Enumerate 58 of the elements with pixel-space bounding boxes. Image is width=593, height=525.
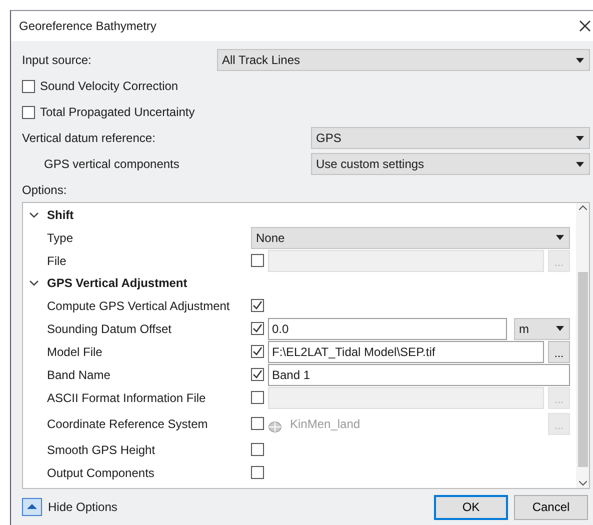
caret-icon (576, 136, 584, 140)
property-label: Type (47, 230, 74, 244)
input-field[interactable]: 0.0 (268, 318, 507, 340)
checkbox[interactable] (251, 391, 264, 404)
checkbox[interactable] (251, 443, 264, 456)
input-field[interactable]: F:\EL2LAT_Tidal Model\SEP.tif (268, 340, 544, 362)
caret-icon (556, 326, 564, 331)
checkbox[interactable] (22, 80, 35, 92)
input-field[interactable] (268, 250, 544, 272)
globe-icon (268, 420, 282, 432)
scrollbar[interactable] (576, 203, 589, 488)
checkbox-label: Sound Velocity Correction (40, 78, 178, 95)
group-title: GPS Vertical Adjustment (47, 275, 188, 292)
close-icon[interactable] (579, 20, 591, 32)
checkbox[interactable] (251, 254, 264, 267)
property-label: Coordinate Reference System (47, 416, 208, 430)
checkbox[interactable] (251, 345, 264, 358)
collapse-icon[interactable] (22, 498, 42, 516)
browse-button[interactable]: ... (548, 340, 570, 362)
unit-dropdown[interactable]: m (514, 318, 570, 340)
crs-name: KinMen_land (290, 416, 362, 432)
vertical-datum-dropdown[interactable]: GPS (311, 127, 590, 149)
property-label: Output Components (47, 466, 154, 480)
input-source-dropdown[interactable]: All Track Lines (217, 49, 590, 71)
caret-icon (576, 58, 584, 62)
hide-options-link[interactable]: Hide Options (48, 498, 118, 516)
caret-icon (556, 235, 564, 240)
checkbox[interactable] (251, 466, 264, 479)
scroll-down-icon[interactable] (578, 481, 586, 486)
checkbox[interactable] (251, 368, 264, 381)
property-label: Band Name (47, 368, 110, 382)
checkbox[interactable] (22, 106, 35, 118)
dialog-button[interactable]: Cancel (514, 494, 588, 520)
property-label: Smooth GPS Height (47, 442, 156, 456)
field-label: Options: (22, 182, 68, 199)
group-title: Shift (47, 207, 74, 224)
checkbox[interactable] (251, 322, 264, 335)
input-field[interactable]: Band 1 (268, 364, 570, 386)
property-label: File (47, 254, 66, 268)
field-label: GPS vertical components (44, 156, 180, 173)
property-label: Model File (47, 344, 102, 358)
caret-icon (576, 162, 584, 166)
gps-components-dropdown[interactable]: Use custom settings (311, 153, 590, 175)
window-title: Georeference Bathymetry (19, 18, 156, 35)
field-label: Vertical datum reference: (22, 130, 156, 147)
type-dropdown[interactable]: None (251, 226, 570, 248)
property-label: Sounding Datum Offset (47, 322, 172, 336)
property-label: ASCII Format Information File (47, 390, 206, 404)
dialog-button[interactable]: OK (434, 494, 508, 520)
chevron-icon[interactable] (29, 211, 39, 219)
chevron-icon[interactable] (29, 279, 39, 287)
checkbox[interactable] (251, 299, 264, 312)
input-field[interactable] (268, 386, 544, 408)
field-label: Input source: (22, 52, 92, 69)
checkbox-label: Total Propagated Uncertainty (40, 104, 195, 121)
scroll-up-icon[interactable] (578, 205, 586, 210)
checkbox[interactable] (251, 417, 264, 430)
property-label: Compute GPS Vertical Adjustment (47, 298, 230, 312)
